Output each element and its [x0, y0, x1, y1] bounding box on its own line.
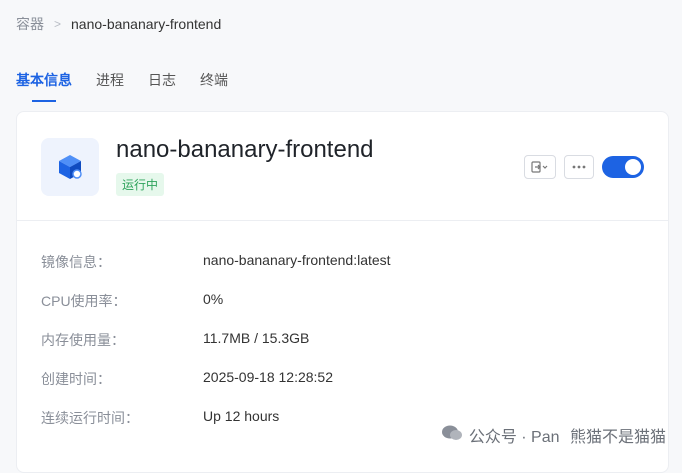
container-name: nano-bananary-frontend — [116, 136, 374, 163]
tab-terminal[interactable]: 终端 — [200, 70, 228, 102]
info-value: 0% — [203, 291, 224, 307]
watermark: 公众号 · Pan 熊猫不是猫猫 — [441, 423, 672, 447]
watermark-text-right: 熊猫不是猫猫 — [569, 429, 666, 446]
breadcrumb-root[interactable]: 容器 — [16, 14, 44, 34]
login-dropdown-button[interactable] — [524, 155, 556, 179]
info-row: 内存使用量： 11.7MB / 15.3GB — [41, 330, 391, 369]
info-label: CPU使用率： — [41, 293, 127, 309]
info-label: 镜像信息： — [41, 254, 111, 270]
info-list: 镜像信息： nano-bananary-frontend:latest CPU使… — [41, 252, 391, 447]
info-label: 连续运行时间： — [41, 410, 139, 426]
info-row: 连续运行时间： Up 12 hours — [41, 408, 391, 447]
info-value: 2025-09-18 12:28:52 — [203, 369, 333, 385]
login-icon — [531, 161, 548, 173]
info-value: nano-bananary-frontend:latest — [203, 252, 391, 268]
info-value: Up 12 hours — [203, 408, 280, 424]
more-icon — [572, 165, 586, 169]
watermark-text: 公众号 · Pan 熊猫不是猫猫 — [469, 423, 672, 447]
breadcrumb-separator: > — [54, 17, 62, 31]
watermark-text-left: 公众号 · Pan — [468, 429, 560, 446]
info-row: 镜像信息： nano-bananary-frontend:latest — [41, 252, 391, 291]
info-row: CPU使用率： 0% — [41, 291, 391, 330]
info-row: 创建时间： 2025-09-18 12:28:52 — [41, 369, 391, 408]
toggle-knob — [625, 159, 641, 175]
info-value: 11.7MB / 15.3GB — [203, 330, 310, 346]
info-label: 创建时间： — [41, 371, 111, 387]
more-button[interactable] — [564, 155, 594, 179]
tab-logs[interactable]: 日志 — [148, 70, 176, 102]
breadcrumb-current: nano-bananary-frontend — [71, 16, 222, 32]
breadcrumb: 容器 > nano-bananary-frontend — [16, 14, 221, 34]
container-card: nano-bananary-frontend 运行中 镜像信息： nano-ba… — [16, 111, 669, 473]
running-toggle[interactable] — [602, 156, 644, 178]
status-badge: 运行中 — [116, 173, 165, 196]
info-label: 内存使用量： — [41, 332, 125, 348]
wechat-icon — [441, 424, 463, 447]
container-header: nano-bananary-frontend 运行中 — [17, 112, 668, 221]
tab-processes[interactable]: 进程 — [96, 70, 124, 102]
tab-basic-info[interactable]: 基本信息 — [16, 70, 72, 102]
container-cube-icon — [41, 138, 99, 196]
header-actions — [516, 155, 644, 179]
tab-bar: 基本信息 进程 日志 终端 — [16, 70, 252, 102]
